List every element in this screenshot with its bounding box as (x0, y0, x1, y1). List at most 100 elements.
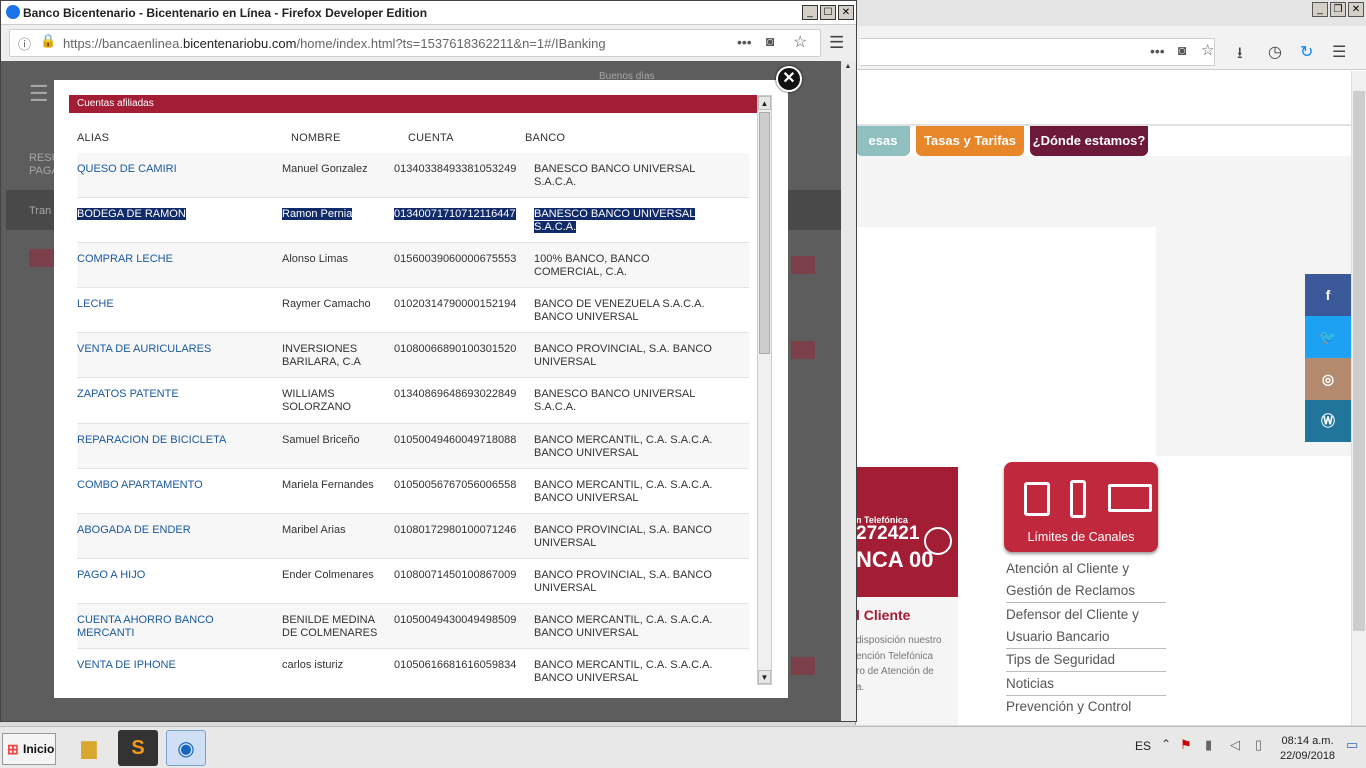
scroll-down-arrow-icon[interactable]: ▼ (758, 670, 771, 684)
bg-menu-icon[interactable]: ☰ (1332, 42, 1346, 62)
minimize-button[interactable]: _ (802, 5, 818, 20)
maximize-button[interactable]: ☐ (820, 5, 836, 20)
account-name: Ender Colmenares (282, 568, 374, 581)
link-defensor[interactable]: Defensor del Cliente y (1006, 604, 1166, 626)
menu-icon[interactable]: ☰ (829, 33, 844, 53)
link-tips[interactable]: Tips de Seguridad (1006, 649, 1166, 672)
account-bank: BANCO MERCANTIL, C.A. S.A.C.A. BANCO UNI… (534, 613, 713, 639)
network-error-icon[interactable]: ⚑ (1180, 737, 1192, 753)
bg-pocket-icon[interactable]: ◙ (1178, 42, 1186, 58)
bg-red-chip-3 (791, 657, 815, 675)
bg-bookmark-star-icon[interactable]: ☆ (1201, 41, 1214, 59)
scroll-up-arrow-icon[interactable]: ▲ (758, 96, 771, 110)
bg-phone-card[interactable]: n Telefónica 272421 NCA 00 (856, 467, 958, 597)
instagram-icon[interactable]: ◎ (1305, 358, 1351, 400)
signal-icon[interactable]: ▮ (1205, 737, 1212, 753)
account-number: 01340071710712116447 (394, 208, 519, 221)
modal-header: Cuentas afiliadas (69, 95, 757, 113)
account-alias[interactable]: QUESO DE CAMIRI (77, 163, 257, 176)
volume-icon[interactable]: ◁ (1230, 737, 1240, 753)
bookmark-star-icon[interactable]: ☆ (793, 32, 807, 52)
battery-icon[interactable]: ▯ (1255, 737, 1262, 753)
account-row[interactable]: ZAPATOS PATENTE WILLIAMS SOLORZANO 0134086… (77, 378, 749, 424)
account-row[interactable]: COMPRAR LECHE Alonso Limas 015600390600006… (77, 243, 749, 289)
bg-url-bar[interactable]: ••• ◙ ☆ (860, 38, 1215, 66)
start-button[interactable]: ⊞ Inicio (2, 733, 56, 765)
account-alias[interactable]: COMPRAR LECHE (77, 253, 257, 266)
account-alias[interactable]: ABOGADA DE ENDER (77, 524, 257, 537)
bg-nav-donde-estamos[interactable]: ¿Dónde estamos? (1030, 126, 1148, 156)
bg-history-icon[interactable]: ◷ (1268, 42, 1282, 62)
close-window-button[interactable]: ✕ (838, 5, 854, 20)
account-row[interactable]: QUESO DE CAMIRI Manuel Gonzalez 0134033849… (77, 153, 749, 199)
url-bar[interactable]: ⓘ 🔒 https://bancaenlinea.bicentenariobu.… (9, 29, 821, 57)
bg-close-button[interactable]: ✕ (1348, 2, 1364, 17)
account-alias[interactable]: VENTA DE AURICULARES (77, 343, 257, 356)
info-icon[interactable]: ⓘ (18, 34, 31, 53)
bg-page-actions-icon[interactable]: ••• (1150, 43, 1165, 59)
bg-minimize-button[interactable]: _ (1312, 2, 1328, 17)
account-number: 01340338493381053249 (394, 163, 517, 175)
account-row[interactable]: BODEGA DE RAMON Ramon Pernia 0134007171071… (77, 198, 749, 244)
link-gestion[interactable]: Gestión de Reclamos (1006, 580, 1166, 603)
account-row[interactable]: COMBO APARTAMENTO Mariela Fernandes 010500… (77, 469, 749, 514)
url-text[interactable]: https://bancaenlinea.bicentenariobu.com/… (63, 36, 606, 51)
language-indicator[interactable]: ES (1135, 739, 1151, 753)
account-alias[interactable]: VENTA DE IPHONE (77, 659, 257, 672)
sublime-text-icon[interactable]: S (118, 730, 158, 766)
facebook-icon[interactable]: f (1305, 274, 1351, 316)
account-row[interactable]: PAGO A HIJO Ender Colmenares 0108007145010… (77, 559, 749, 604)
account-row[interactable]: VENTA DE AURICULARES INVERSIONES BARILARA… (77, 333, 749, 379)
account-alias[interactable]: ZAPATOS PATENTE (77, 388, 257, 401)
account-row[interactable]: LECHE Raymer Camacho 01020314790000152194 B… (77, 288, 749, 334)
main-scroll-up-icon[interactable]: ▲ (842, 63, 854, 73)
wordpress-icon[interactable]: Ⓦ (1305, 400, 1351, 442)
account-number: 01080066890100301520 (394, 343, 517, 356)
account-alias[interactable]: REPARACION DE BICICLETA (77, 434, 257, 447)
modal-scroll-thumb[interactable] (759, 112, 770, 354)
close-modal-button[interactable]: ✕ (776, 66, 802, 92)
bg-maximize-button[interactable]: ❐ (1330, 2, 1346, 17)
account-alias[interactable]: PAGO A HIJO (77, 569, 257, 582)
bg-download-icon[interactable]: ⭳ (1237, 42, 1243, 69)
bg-scroll-thumb[interactable] (1353, 91, 1365, 631)
account-row[interactable]: CUENTA AHORRO BANCO MERCANTI BENILDE MEDI… (77, 603, 749, 650)
account-number: 01020314790000152194 (394, 298, 517, 311)
page-actions-icon[interactable]: ••• (737, 34, 752, 50)
twitter-icon[interactable]: 🐦 (1305, 316, 1351, 358)
account-alias[interactable]: COMBO APARTAMENTO (77, 479, 257, 492)
show-desktop-icon[interactable]: ▭ (1346, 737, 1358, 753)
link-usuario-bancario[interactable]: Usuario Bancario (1006, 626, 1166, 649)
account-alias[interactable]: CUENTA AHORRO BANCO MERCANTI (77, 614, 257, 640)
account-alias[interactable]: BODEGA DE RAMON (77, 208, 257, 221)
firefox-taskbar-icon[interactable]: ◉ (166, 730, 206, 766)
bg-label-tran: Tran (29, 205, 52, 217)
bg-sync-icon[interactable]: ↻ (1300, 42, 1313, 62)
lock-icon[interactable]: 🔒 (40, 33, 56, 49)
card-title: l Cliente (856, 607, 911, 623)
link-atencion[interactable]: Atención al Cliente y (1006, 558, 1166, 580)
account-alias[interactable]: LECHE (77, 298, 257, 311)
limites-canales-card[interactable]: Límites de Canales (1004, 462, 1158, 552)
tray-expand-icon[interactable]: ⌃ (1161, 737, 1171, 751)
account-bank: BANESCO BANCO UNIVERSAL S.A.C.A. (534, 208, 714, 234)
bg-nav-empresas[interactable]: esas (856, 126, 910, 156)
bg-nav-tasas[interactable]: Tasas y Tarifas (916, 126, 1024, 156)
link-prevencion[interactable]: Prevención y Control (1006, 696, 1166, 718)
account-row[interactable]: ABOGADA DE ENDER Maribel Arias 01080172980… (77, 513, 749, 559)
modal-scrollbar[interactable]: ▲ ▼ (757, 95, 772, 685)
col-alias: ALIAS (77, 132, 110, 144)
bg-scrollbar[interactable] (1351, 71, 1366, 725)
pocket-icon[interactable]: ◙ (766, 33, 774, 49)
clock[interactable]: 08:14 a.m. 22/09/2018 (1280, 734, 1335, 764)
account-number: 01340869648693022849 (394, 388, 517, 401)
link-noticias[interactable]: Noticias (1006, 673, 1166, 696)
account-row[interactable]: REPARACION DE BICICLETA Samuel Briceño 010… (77, 423, 749, 469)
main-scrollbar[interactable]: ▲ (841, 61, 856, 721)
account-bank: BANESCO BANCO UNIVERSAL S.A.C.A. (534, 388, 695, 414)
firefox-dev-icon (6, 5, 20, 19)
account-row[interactable]: VENTA DE IPHONE carlos isturiz 01050616681… (77, 649, 749, 693)
laptop-icon (1108, 484, 1152, 512)
explorer-icon[interactable]: ▆ (69, 730, 109, 766)
col-cuenta: CUENTA (408, 132, 454, 144)
